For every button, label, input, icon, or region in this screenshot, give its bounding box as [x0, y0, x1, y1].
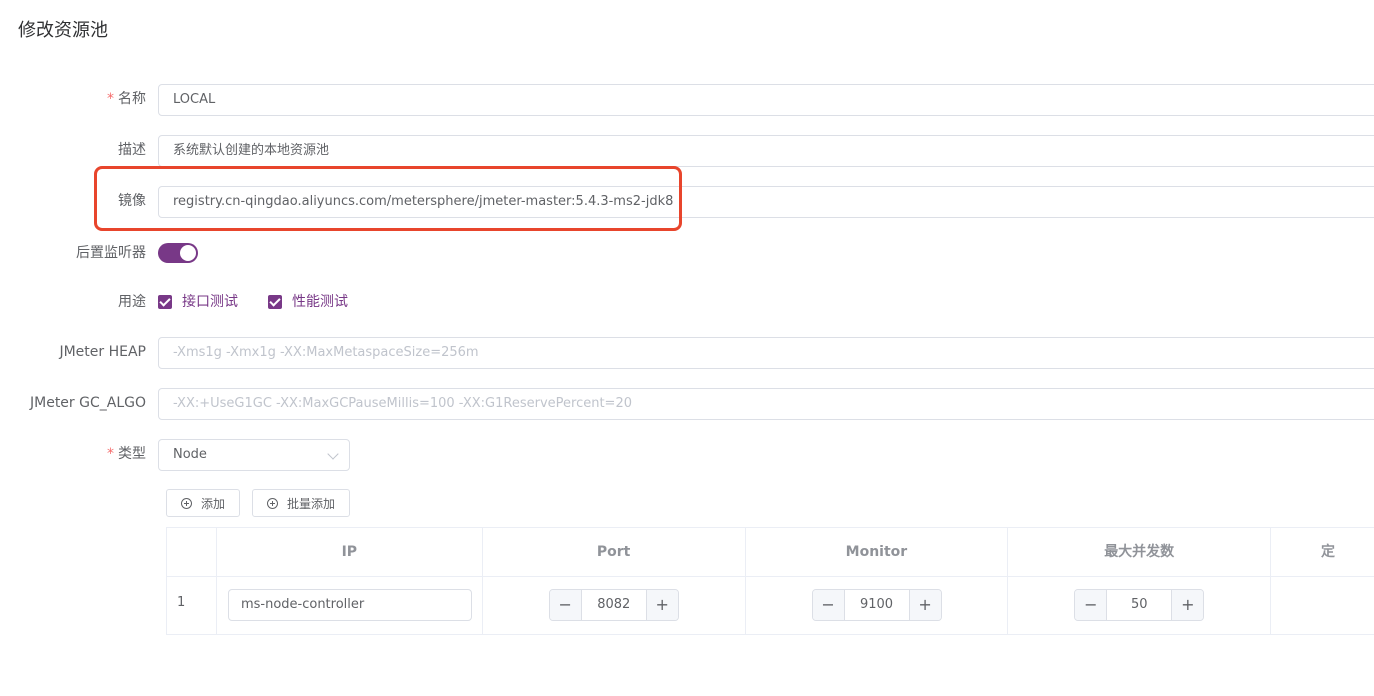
plus-circle-icon	[181, 497, 192, 509]
batch-add-button[interactable]: 批量添加	[252, 489, 351, 517]
toggle-knob	[180, 245, 196, 261]
batch-add-button-label: 批量添加	[287, 496, 336, 511]
minus-icon[interactable]: −	[1075, 590, 1108, 620]
jmeter-heap-input[interactable]: -Xms1g -Xmx1g -XX:MaxMetaspaceSize=256m	[158, 337, 1374, 369]
jmeter-heap-label: JMeter HEAP	[59, 344, 146, 360]
page-title: 修改资源池	[18, 20, 108, 41]
ip-input[interactable]: ms-node-controller	[227, 589, 472, 621]
column-header-index	[167, 528, 217, 576]
description-label: 描述	[118, 142, 146, 158]
port-value[interactable]: 8082	[582, 590, 646, 620]
type-select[interactable]: Node	[158, 439, 350, 471]
type-select-value: Node	[173, 447, 207, 462]
post-listener-label: 后置监听器	[76, 245, 146, 261]
post-listener-toggle[interactable]	[158, 243, 198, 263]
column-header-monitor: Monitor	[746, 528, 1009, 576]
name-label-text: 名称	[118, 91, 146, 107]
column-header-max-concurrency: 最大并发数	[1008, 528, 1272, 576]
usage-checkbox-performance-test[interactable]: 性能测试	[268, 294, 348, 310]
name-input[interactable]: LOCAL	[158, 84, 1374, 116]
required-mark: *	[107, 446, 114, 462]
add-button-label: 添加	[201, 496, 226, 511]
checkbox-label: 接口测试	[182, 294, 238, 310]
required-mark: *	[107, 91, 114, 107]
table-header-row: IP Port Monitor 最大并发数 定	[167, 528, 1374, 577]
chevron-down-icon	[327, 448, 339, 460]
checkbox-checked-icon	[158, 295, 172, 309]
table-row: 1 ms-node-controller − 8082 + − 9100 + −…	[167, 577, 1374, 635]
max-concurrency-stepper: − 50 +	[1074, 589, 1205, 621]
checkbox-label: 性能测试	[292, 294, 348, 310]
add-button[interactable]: 添加	[166, 489, 241, 517]
checkbox-checked-icon	[268, 295, 282, 309]
minus-icon[interactable]: −	[812, 590, 845, 620]
plus-circle-icon	[267, 497, 278, 509]
port-stepper: − 8082 +	[548, 589, 679, 621]
annotation-highlight-box	[94, 166, 682, 231]
usage-label: 用途	[118, 294, 146, 310]
minus-icon[interactable]: −	[549, 590, 582, 620]
monitor-value[interactable]: 9100	[845, 590, 909, 620]
row-index: 1	[177, 595, 186, 610]
jmeter-gc-algo-input[interactable]: -XX:+UseG1GC -XX:MaxGCPauseMillis=100 -X…	[158, 388, 1374, 420]
monitor-stepper: − 9100 +	[811, 589, 942, 621]
column-header-ip: IP	[217, 528, 483, 576]
plus-icon[interactable]: +	[908, 590, 941, 620]
column-header-port: Port	[483, 528, 746, 576]
description-input[interactable]: 系统默认创建的本地资源池	[158, 135, 1374, 167]
type-label-text: 类型	[118, 446, 146, 462]
max-concurrency-value[interactable]: 50	[1107, 590, 1171, 620]
type-label: * 类型	[0, 444, 146, 464]
usage-checkbox-api-test[interactable]: 接口测试	[158, 294, 238, 310]
node-table: IP Port Monitor 最大并发数 定 1 ms-node-contro…	[166, 527, 1374, 635]
name-label: * 名称	[0, 89, 146, 109]
plus-icon[interactable]: +	[645, 590, 678, 620]
column-header-truncated: 定	[1271, 528, 1374, 576]
jmeter-gc-algo-label: JMeter GC_ALGO	[30, 395, 146, 411]
plus-icon[interactable]: +	[1171, 590, 1204, 620]
